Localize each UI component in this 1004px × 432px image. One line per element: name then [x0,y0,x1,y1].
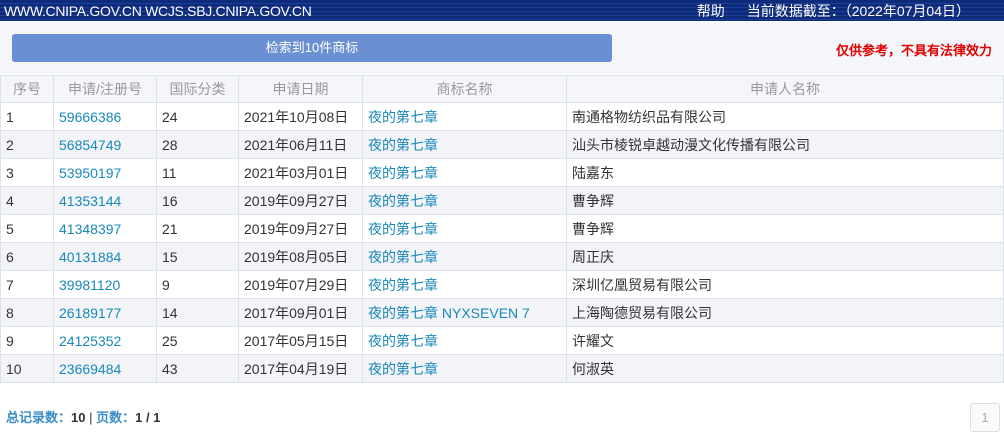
table-row: 2 56854749 28 2021年06月11日 夜的第七章 汕头市棱锐卓越动漫文化传播… [0,130,1004,159]
column-header: 商标名称 [362,75,567,103]
table-row: 1 59666386 24 2021年10月08日 夜的第七章 南通格物纺织品有限公司 [0,102,1004,131]
results-table: 序号 申请/注册号 国际分类 申请日期 商标名称 申请人名称 1 59666386 24 202… [0,75,1004,383]
applicant-name: 何淑英 [566,354,1004,383]
intl-class: 43 [156,354,239,383]
application-number-link[interactable]: 26189177 [53,298,157,327]
application-date: 2019年09月27日 [238,186,363,215]
row-index: 3 [0,158,54,187]
separator: | [85,410,97,425]
trademark-name-link[interactable]: 夜的第七章 NYXSEVEN 7 [362,298,567,327]
trademark-name-link[interactable]: 夜的第七章 [362,214,567,243]
pagination-summary: 总记录数：10 | 页数：1 / 1 [6,407,160,426]
row-index: 2 [0,130,54,159]
table-row: 5 41348397 21 2019年09月27日 夜的第七章 曹争辉 [0,214,1004,243]
intl-class: 21 [156,214,239,243]
intl-class: 28 [156,130,239,159]
page-1-button[interactable]: 1 [970,403,1000,432]
column-header: 申请/注册号 [53,75,157,103]
trademark-name-link[interactable]: 夜的第七章 [362,270,567,299]
column-header: 国际分类 [156,75,239,103]
result-count-button[interactable]: 检索到10件商标 [12,34,612,62]
applicant-name: 曹争辉 [566,186,1004,215]
applicant-name: 陆嘉东 [566,158,1004,187]
trademark-name-link[interactable]: 夜的第七章 [362,130,567,159]
table-row: 7 39981120 9 2019年07月29日 夜的第七章 深圳亿凰贸易有限公司 [0,270,1004,299]
trademark-name-link[interactable]: 夜的第七章 [362,158,567,187]
trademark-name-link[interactable]: 夜的第七章 [362,242,567,271]
row-index: 6 [0,242,54,271]
column-header: 申请日期 [238,75,363,103]
trademark-name-link[interactable]: 夜的第七章 [362,102,567,131]
application-number-link[interactable]: 56854749 [53,130,157,159]
applicant-name: 上海陶德贸易有限公司 [566,298,1004,327]
row-index: 9 [0,326,54,355]
row-index: 8 [0,298,54,327]
top-bar: WWW.CNIPA.GOV.CN WCJS.SBJ.CNIPA.GOV.CN 帮… [0,0,1004,21]
table-row: 3 53950197 11 2021年03月01日 夜的第七章 陆嘉东 [0,158,1004,187]
total-label: 总记录数： [6,410,72,425]
data-date: 当前数据截至：（2022年07月04日） [746,2,970,19]
applicant-name: 许耀文 [566,326,1004,355]
legal-notice: 仅供参考，不具有法律效力 [835,43,992,58]
application-date: 2017年09月01日 [238,298,363,327]
row-index: 4 [0,186,54,215]
application-date: 2019年07月29日 [238,270,363,299]
application-date: 2019年09月27日 [238,214,363,243]
row-index: 10 [0,354,54,383]
application-date: 2017年05月15日 [238,326,363,355]
site-title: WWW.CNIPA.GOV.CN WCJS.SBJ.CNIPA.GOV.CN [4,2,312,19]
column-header: 序号 [0,75,54,103]
help-link[interactable]: 帮助 [697,1,725,21]
intl-class: 11 [156,158,239,187]
result-panel: 检索到10件商标 仅供参考，不具有法律效力 [0,22,1004,74]
table-row: 9 24125352 25 2017年05月15日 夜的第七章 许耀文 [0,326,1004,355]
applicant-name: 深圳亿凰贸易有限公司 [566,270,1004,299]
application-number-link[interactable]: 39981120 [53,270,157,299]
application-date: 2021年06月11日 [238,130,363,159]
application-date: 2017年04月19日 [238,354,363,383]
applicant-name: 南通格物纺织品有限公司 [566,102,1004,131]
application-date: 2021年03月01日 [238,158,363,187]
table-row: 8 26189177 14 2017年09月01日 夜的第七章 NYXSEVEN 7 上海… [0,298,1004,327]
table-row: 4 41353144 16 2019年09月27日 夜的第七章 曹争辉 [0,186,1004,215]
row-index: 1 [0,102,54,131]
row-index: 7 [0,270,54,299]
applicant-name: 曹争辉 [566,214,1004,243]
application-number-link[interactable]: 23669484 [53,354,157,383]
application-number-link[interactable]: 40131884 [53,242,157,271]
trademark-name-link[interactable]: 夜的第七章 [362,354,567,383]
table-row: 10 23669484 43 2017年04月19日 夜的第七章 何淑英 [0,354,1004,383]
intl-class: 25 [156,326,239,355]
pages-label: 页数： [96,410,136,425]
intl-class: 14 [156,298,239,327]
application-date: 2019年08月05日 [238,242,363,271]
applicant-name: 周正庆 [566,242,1004,271]
intl-class: 16 [156,186,239,215]
application-number-link[interactable]: 41353144 [53,186,157,215]
intl-class: 24 [156,102,239,131]
trademark-name-link[interactable]: 夜的第七章 [362,326,567,355]
applicant-name: 汕头市棱锐卓越动漫文化传播有限公司 [566,130,1004,159]
application-number-link[interactable]: 24125352 [53,326,157,355]
intl-class: 9 [156,270,239,299]
application-number-link[interactable]: 41348397 [53,214,157,243]
trademark-name-link[interactable]: 夜的第七章 [362,186,567,215]
intl-class: 15 [156,242,239,271]
row-index: 5 [0,214,54,243]
column-header: 申请人名称 [566,75,1004,103]
table-row: 6 40131884 15 2019年08月05日 夜的第七章 周正庆 [0,242,1004,271]
application-number-link[interactable]: 53950197 [53,158,157,187]
application-date: 2021年10月08日 [238,102,363,131]
page-count: 1 / 1 [135,410,161,425]
application-number-link[interactable]: 59666386 [53,102,157,131]
total-count: 10 [71,410,86,425]
